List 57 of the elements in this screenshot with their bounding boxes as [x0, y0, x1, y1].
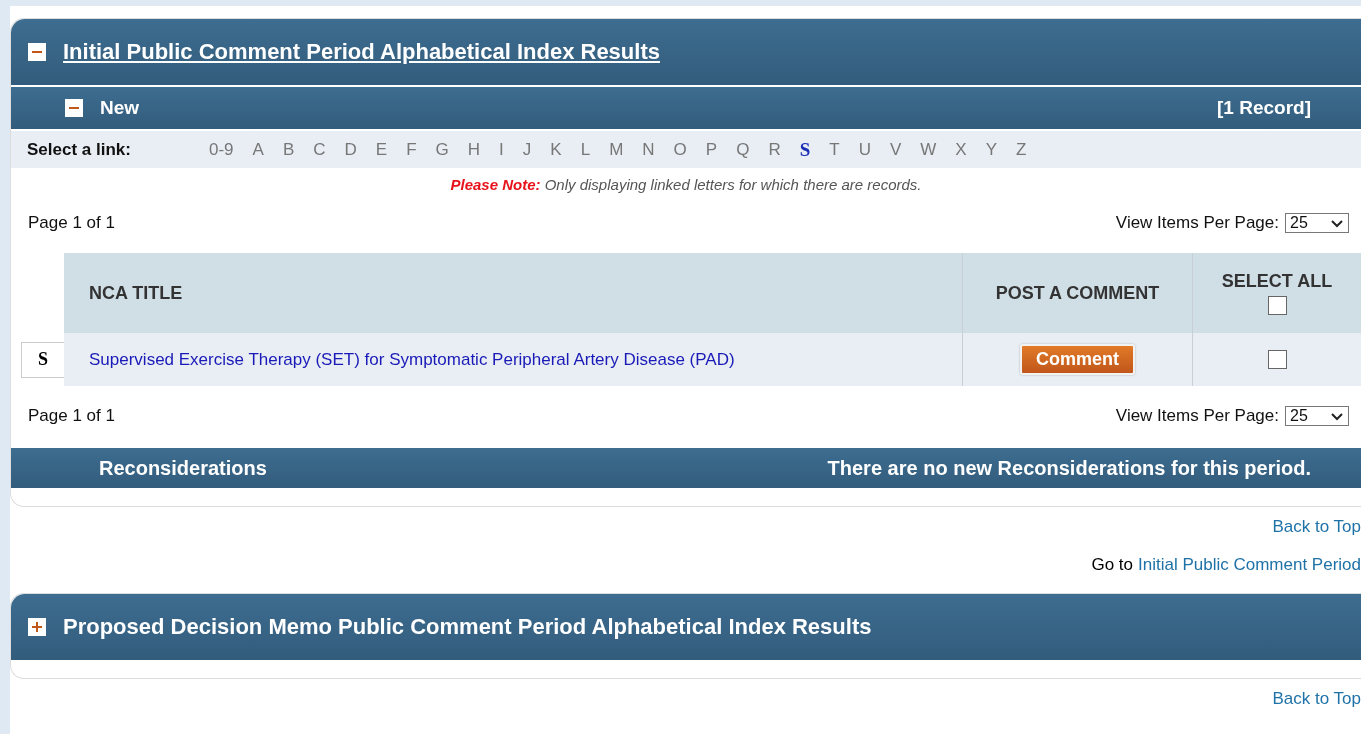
- section-title-link[interactable]: Proposed Decision Memo Public Comment Period Alphabetical Index Results: [63, 614, 872, 640]
- letter-link[interactable]: H: [467, 139, 481, 160]
- reconsiderations-message: There are no new Reconsiderations for this period.: [827, 456, 1311, 480]
- letter-link[interactable]: U: [858, 139, 871, 160]
- letter-link[interactable]: M: [609, 139, 624, 160]
- select-link-label: Select a link:: [27, 139, 132, 160]
- letter-link[interactable]: S: [799, 138, 811, 161]
- go-to-link[interactable]: Initial Public Comment Period: [1138, 555, 1361, 579]
- letter-link[interactable]: O: [673, 139, 687, 160]
- letter-link[interactable]: 0-9: [209, 139, 234, 160]
- page-count: Page 1 of 1: [28, 406, 115, 426]
- letter-link[interactable]: A: [252, 139, 264, 160]
- letter-link[interactable]: C: [313, 139, 326, 160]
- expand-icon[interactable]: [28, 618, 46, 636]
- record-count: [1 Record]: [1217, 97, 1311, 119]
- items-per-page-label: View Items Per Page:: [1115, 406, 1279, 426]
- section-title-link[interactable]: Initial Public Comment Period Alphabetical Index Results: [63, 39, 660, 65]
- letter-link[interactable]: P: [705, 139, 718, 160]
- letter-link[interactable]: Z: [1016, 139, 1027, 160]
- letter-link[interactable]: W: [920, 139, 937, 160]
- letter-link[interactable]: G: [435, 139, 449, 160]
- records-note: Please Note: Only displaying linked letters for which there are records.: [449, 176, 923, 193]
- letter-link[interactable]: D: [344, 139, 357, 160]
- back-to-top-link[interactable]: Back to Top: [1272, 689, 1361, 713]
- back-to-top-link[interactable]: Back to Top: [1272, 517, 1361, 541]
- letter-link[interactable]: I: [499, 139, 504, 160]
- reconsiderations-label: Reconsiderations: [99, 456, 267, 480]
- column-header: SELECT ALL: [1221, 271, 1333, 292]
- letter-link[interactable]: Q: [736, 139, 750, 160]
- letter-link[interactable]: Y: [985, 139, 997, 160]
- letter-link[interactable]: K: [550, 139, 562, 160]
- letter-link[interactable]: F: [406, 139, 417, 160]
- letter-link[interactable]: E: [375, 139, 388, 160]
- letter-link[interactable]: L: [580, 139, 591, 160]
- letter-link[interactable]: V: [889, 139, 902, 160]
- letter-link[interactable]: B: [282, 139, 295, 160]
- letter-link[interactable]: J: [522, 139, 532, 160]
- page-count: Page 1 of 1: [28, 213, 115, 233]
- go-to-label: Go to: [1091, 555, 1133, 576]
- collapse-icon[interactable]: [65, 99, 83, 117]
- column-header: POST A COMMENT: [962, 253, 1192, 333]
- select-all-checkbox[interactable]: [1267, 296, 1287, 315]
- column-header: NCA TITLE: [64, 253, 962, 333]
- chevron-down-icon: [1330, 218, 1344, 228]
- row-checkbox[interactable]: [1267, 350, 1287, 369]
- items-per-page-label: View Items Per Page:: [1115, 213, 1279, 233]
- letter-link[interactable]: R: [768, 139, 781, 160]
- letter-link[interactable]: T: [829, 139, 840, 160]
- items-per-page-select[interactable]: 25: [1285, 213, 1349, 233]
- collapse-icon[interactable]: [28, 43, 46, 61]
- letter-link[interactable]: X: [955, 139, 967, 160]
- comment-button[interactable]: Comment: [1020, 344, 1135, 375]
- letter-cell: S: [21, 341, 64, 378]
- letter-link[interactable]: N: [642, 139, 655, 160]
- new-label: New: [100, 97, 140, 119]
- items-per-page-select[interactable]: 25: [1285, 406, 1349, 426]
- chevron-down-icon: [1330, 411, 1344, 421]
